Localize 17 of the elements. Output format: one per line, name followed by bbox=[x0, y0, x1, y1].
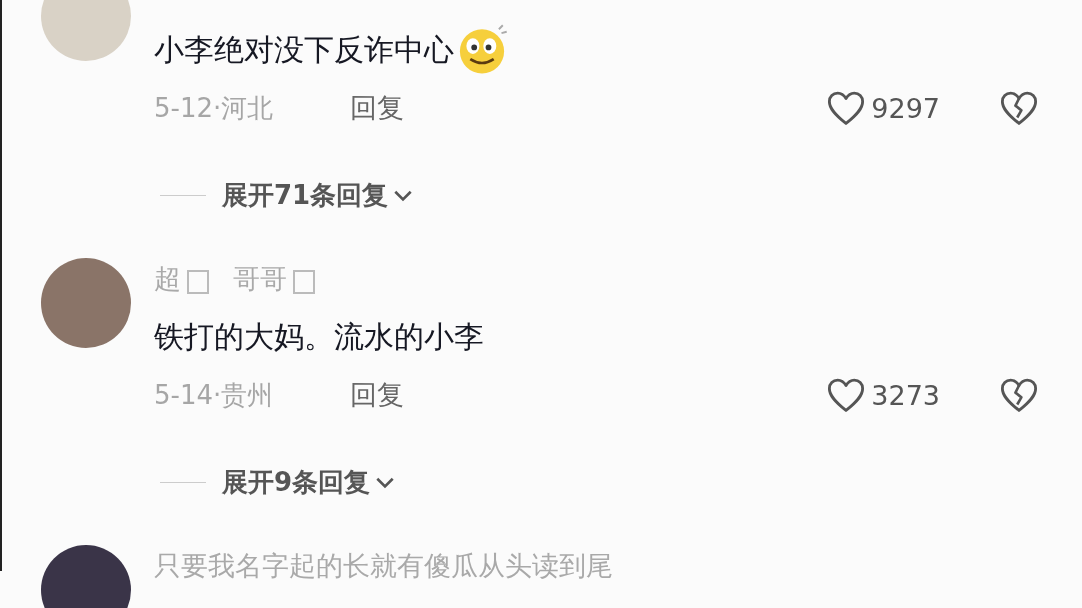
comment-text: 小李绝对没下反诈中心 bbox=[154, 30, 454, 69]
expand-replies-link[interactable]: 展开71条回复 bbox=[222, 177, 389, 213]
comment-date-location: 5-12·河北 bbox=[154, 91, 275, 125]
avatar-placeholder[interactable] bbox=[41, 545, 131, 608]
comment-text: 铁打的大妈。流水的小李 bbox=[154, 317, 484, 356]
missing-glyph-icon bbox=[293, 270, 315, 294]
dislike-icon[interactable] bbox=[1000, 377, 1038, 413]
reply-link[interactable]: 回复 bbox=[350, 377, 404, 413]
missing-glyph-icon bbox=[187, 270, 209, 294]
dislike-icon[interactable] bbox=[1000, 90, 1038, 126]
like-icon[interactable] bbox=[827, 377, 866, 413]
expand-replies-link[interactable]: 展开9条回复 bbox=[222, 464, 371, 500]
like-count: 3273 bbox=[871, 379, 940, 411]
like-count: 9297 bbox=[871, 92, 940, 124]
like-icon[interactable] bbox=[827, 90, 866, 126]
reply-link[interactable]: 回复 bbox=[350, 90, 404, 126]
comment-date-location: 5-14·贵州 bbox=[154, 378, 275, 412]
